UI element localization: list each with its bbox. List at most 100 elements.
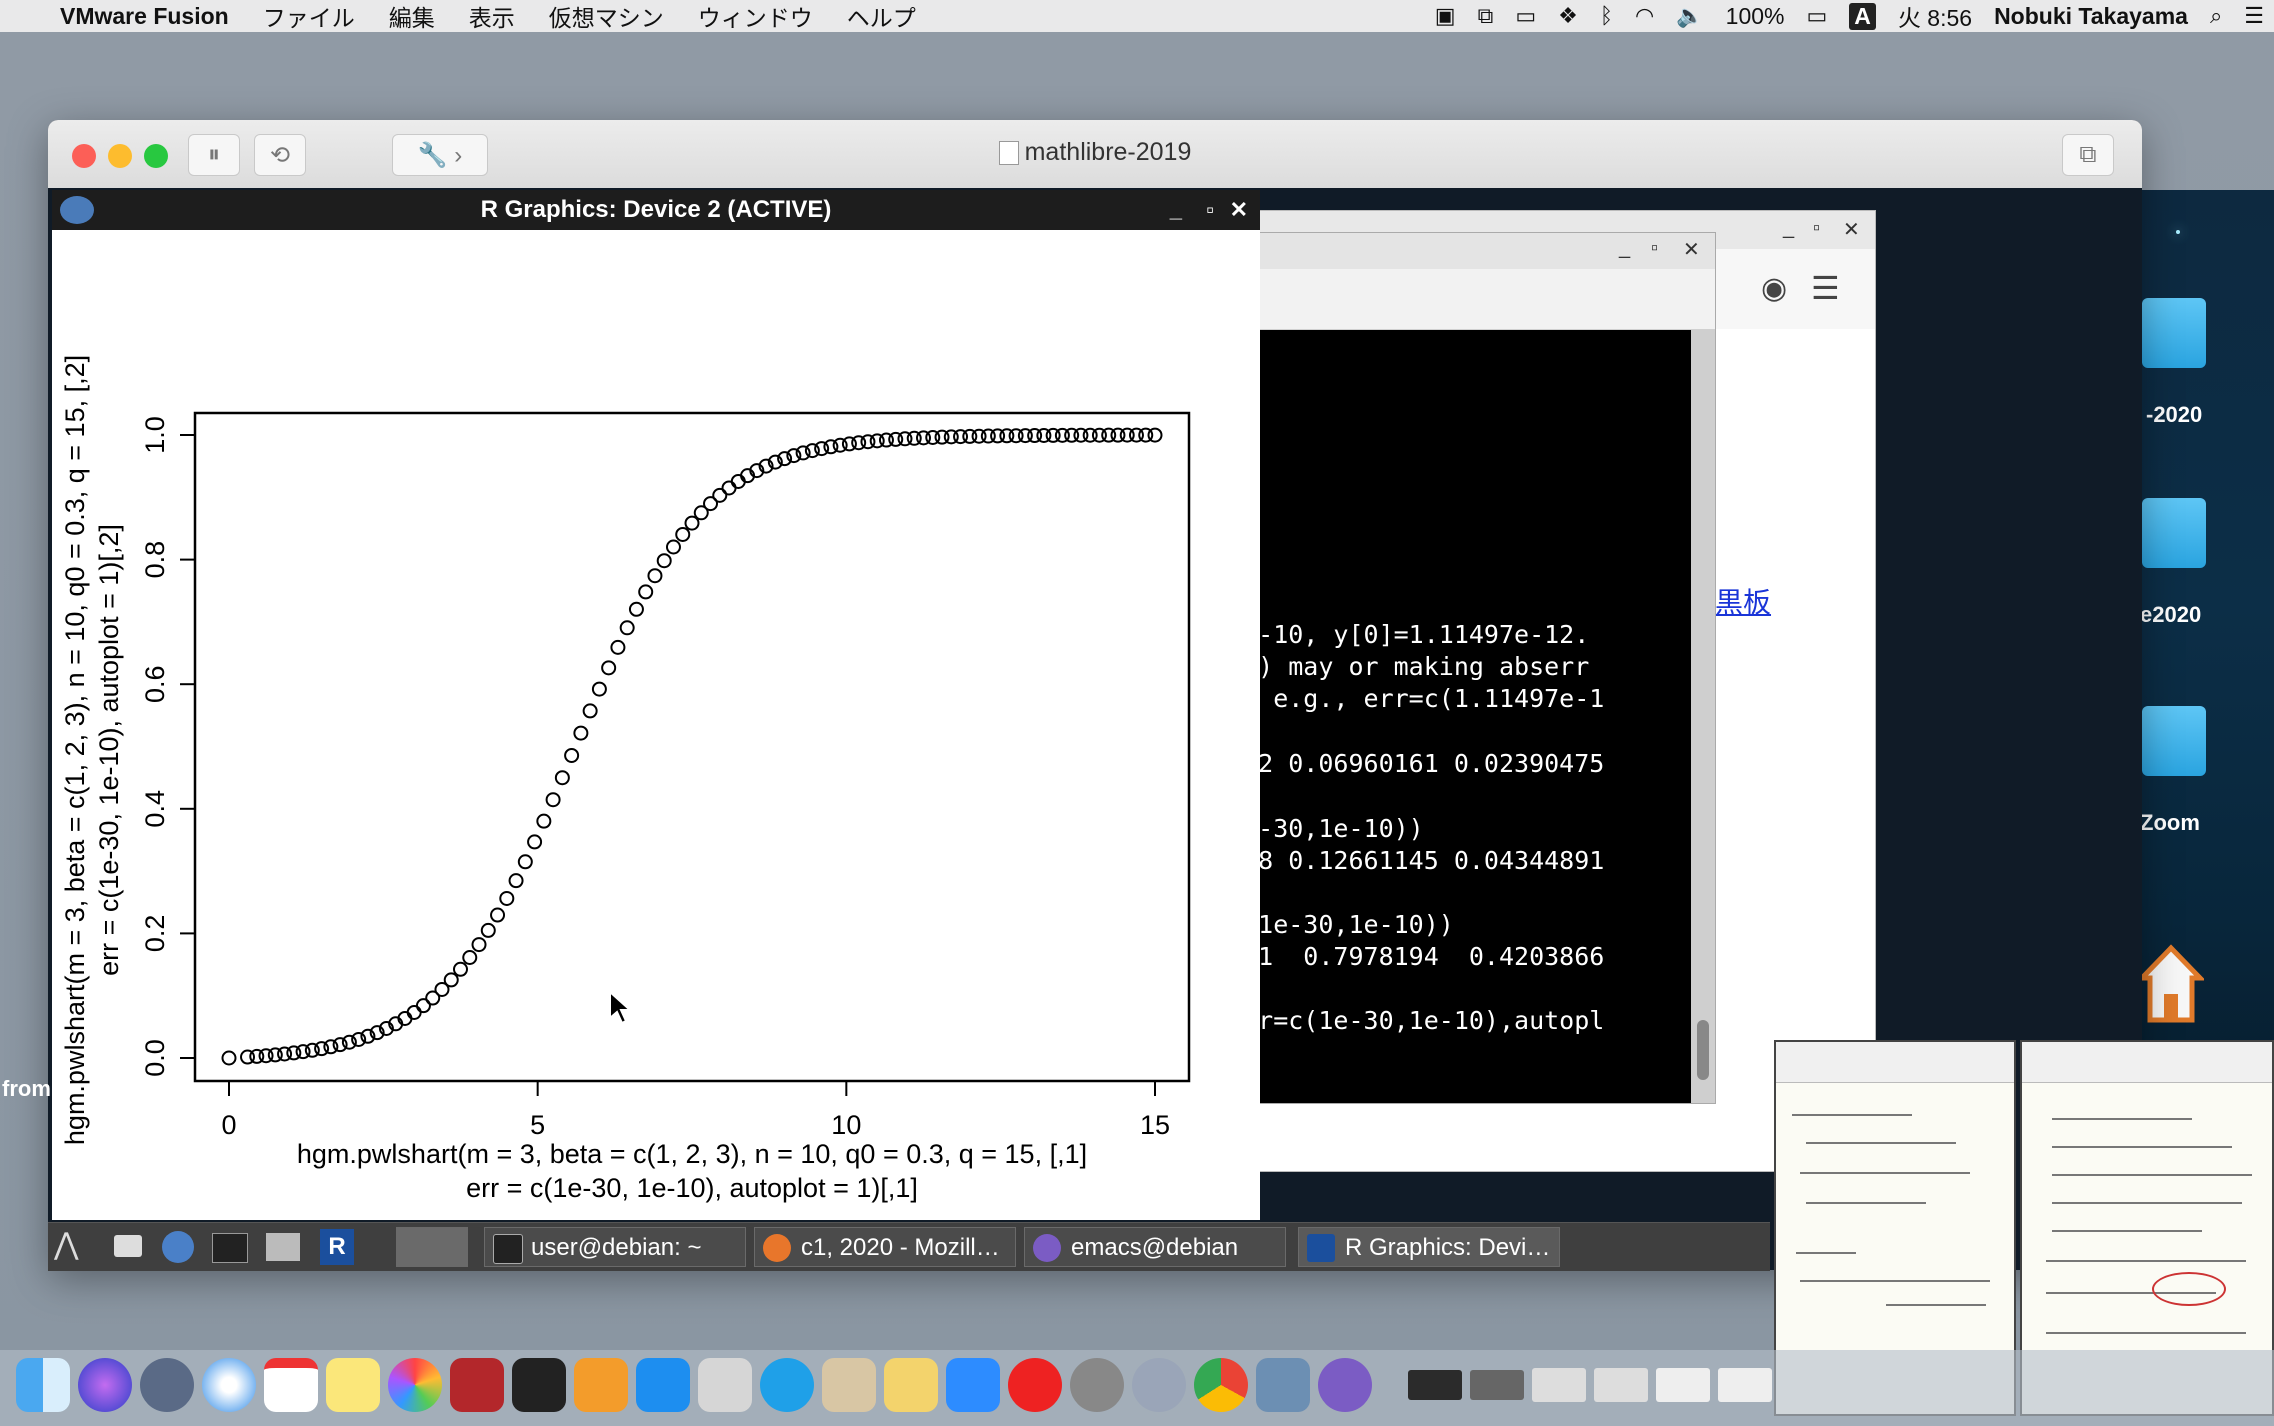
emacs-icon[interactable]	[1318, 1358, 1372, 1412]
plot-point	[647, 568, 663, 584]
browser-quick-icon[interactable]	[162, 1231, 194, 1263]
siri-icon[interactable]	[78, 1358, 132, 1412]
maximize-icon[interactable]: ▫	[1651, 237, 1658, 260]
folder-icon[interactable]	[2142, 298, 2206, 368]
minimize-icon[interactable]: _	[1619, 237, 1630, 260]
folder-label[interactable]: -2020	[2146, 402, 2202, 428]
minimized-window-icon[interactable]	[1718, 1368, 1772, 1402]
folder-icon[interactable]	[2142, 498, 2206, 568]
maximize-icon[interactable]: ▫	[1813, 217, 1820, 240]
minimize-icon[interactable]: _	[1783, 217, 1794, 240]
input-mode[interactable]: A	[1849, 2, 1876, 30]
menu-app-name[interactable]: VMware Fusion	[60, 3, 229, 30]
windows-quick-icon[interactable]	[266, 1233, 300, 1261]
close-icon[interactable]: ✕	[1843, 217, 1860, 242]
launcher-menu-icon[interactable]: ⋀	[54, 1227, 98, 1267]
hamburger-menu-icon[interactable]: ☰	[1811, 269, 1840, 307]
terminal-output[interactable]: =1e-10, y[0]=1.11497e-12. se)) may or ma…	[1213, 330, 1691, 1103]
close-icon[interactable]: ✕	[1230, 190, 1248, 230]
terminal-titlebar: _ ▫ ✕	[1213, 233, 1715, 269]
terminal-quick-icon[interactable]	[212, 1233, 248, 1263]
preview-icon[interactable]	[1256, 1358, 1310, 1412]
r-app-icon[interactable]	[1132, 1358, 1186, 1412]
vmware-icon[interactable]	[698, 1358, 752, 1412]
menu-view[interactable]: 表示	[469, 0, 515, 33]
menubar-clock[interactable]: 火 8:56	[1898, 0, 1972, 33]
minimized-window-icon[interactable]	[1470, 1370, 1524, 1400]
calendar-icon[interactable]	[264, 1358, 318, 1412]
terminal-scrollbar-thumb[interactable]	[1697, 1020, 1709, 1080]
minimized-window-icon[interactable]	[1408, 1370, 1462, 1400]
menubar-user[interactable]: Nobuki Takayama	[1994, 3, 2188, 30]
folder-label[interactable]: e2020	[2140, 602, 2201, 628]
wifi-icon[interactable]: ◠	[1635, 3, 1654, 29]
plot-point	[656, 553, 672, 569]
minimized-window-icon[interactable]	[1656, 1368, 1710, 1402]
volume-icon[interactable]: 🔈	[1676, 3, 1703, 29]
f5-icon[interactable]	[1008, 1358, 1062, 1412]
menu-help[interactable]: ヘルプ	[847, 0, 916, 33]
system-preferences-icon[interactable]	[1070, 1358, 1124, 1412]
task-firefox[interactable]: c1, 2020 - Mozill…	[754, 1227, 1016, 1267]
note-toolbar	[2022, 1042, 2272, 1083]
minimized-window-icon[interactable]	[1594, 1368, 1648, 1402]
home-folder-icon[interactable]	[2136, 944, 2206, 1024]
task-terminal[interactable]: user@debian: ~	[484, 1227, 746, 1267]
file-manager-icon[interactable]	[114, 1235, 142, 1257]
task-r-graphics[interactable]: R Graphics: Devi…	[1298, 1227, 1560, 1267]
launchpad-icon[interactable]	[140, 1358, 194, 1412]
battery-percent[interactable]: 100%	[1726, 3, 1785, 30]
notes-icon[interactable]	[326, 1358, 380, 1412]
task-emacs[interactable]: emacs@debian	[1024, 1227, 1286, 1267]
menu-vm[interactable]: 仮想マシン	[549, 0, 664, 33]
plot-point	[628, 601, 644, 617]
fullscreen-button[interactable]: ⧉	[2062, 134, 2114, 176]
facetime-icon[interactable]: ▣	[1435, 3, 1456, 29]
app-store-icon[interactable]	[636, 1358, 690, 1412]
plot-point	[601, 660, 617, 676]
battery-icon[interactable]: ▭	[1806, 3, 1827, 29]
account-icon[interactable]: ◉	[1761, 271, 1787, 306]
bluetooth-icon[interactable]: ᛒ	[1600, 3, 1613, 29]
minimized-window-icon[interactable]	[1532, 1368, 1586, 1402]
terminal-icon[interactable]	[512, 1358, 566, 1412]
zoom-icon[interactable]	[946, 1358, 1000, 1412]
menu-window[interactable]: ウィンドウ	[698, 0, 813, 33]
skype-icon[interactable]	[760, 1358, 814, 1412]
finder-icon[interactable]	[16, 1358, 70, 1412]
r-quick-icon[interactable]: R	[320, 1229, 354, 1265]
minimize-icon[interactable]: _	[1170, 190, 1182, 230]
r-plot-canvas: 0 5 10 15 0.0 0.2 0.4 0.6 0.8 1.0 hgm.pwlshart(m …	[60, 355, 1191, 1203]
y-tick-label: 0.6	[140, 665, 170, 703]
r-graphics-window: R Graphics: Device 2 (ACTIVE) _ ▫ ✕ 0 5 10…	[52, 190, 1260, 1220]
folder-label[interactable]: Zoom	[2140, 810, 2200, 836]
handwriting-line	[1796, 1252, 1856, 1254]
paint-icon[interactable]	[822, 1358, 876, 1412]
pencil-icon[interactable]	[884, 1358, 938, 1412]
folder-icon[interactable]	[2142, 706, 2206, 776]
menu-edit[interactable]: 編集	[389, 0, 435, 33]
dropbox-icon[interactable]: ❖	[1558, 3, 1578, 29]
plot-point	[712, 487, 728, 503]
display-icon[interactable]: ▭	[1515, 3, 1536, 29]
safari-icon[interactable]	[202, 1358, 256, 1412]
plot-point	[332, 1037, 348, 1053]
blackboard-link[interactable]: 黒板	[1715, 581, 1771, 621]
spotlight-search-icon[interactable]: ⌕	[2210, 3, 2222, 29]
books-icon[interactable]	[574, 1358, 628, 1412]
terminal-scrollbar[interactable]	[1691, 330, 1715, 1103]
notification-center-icon[interactable]: ☰	[2244, 3, 2264, 29]
chrome-icon[interactable]	[1194, 1358, 1248, 1412]
plot-point	[314, 1041, 330, 1057]
note-toolbar	[1776, 1042, 2014, 1083]
photos-icon[interactable]	[388, 1358, 442, 1412]
plot-point	[536, 813, 552, 829]
photo-booth-icon[interactable]	[450, 1358, 504, 1412]
desktop-pager[interactable]	[396, 1227, 468, 1267]
menu-file[interactable]: ファイル	[263, 0, 355, 33]
maximize-icon[interactable]: ▫	[1206, 190, 1214, 230]
task-label: user@debian: ~	[531, 1234, 702, 1261]
close-icon[interactable]: ✕	[1683, 237, 1700, 262]
screens-icon[interactable]: ⧉	[1478, 3, 1494, 29]
plot-point	[591, 681, 607, 697]
